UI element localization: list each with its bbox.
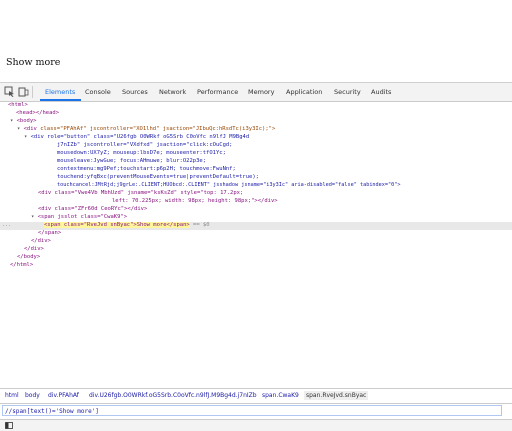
dom-line-div-ripple[interactable]: <div class="Vwe4Vb MbhUzd" jsname="ksKsZ… [38,190,512,198]
dom-line-attrs: j7nIZb" jscontroller="VXdfxd" jsaction="… [57,142,233,148]
dom-line-selected[interactable]: ... <span class="RveJvd snByac">Show more… [0,222,512,230]
active-tab-indicator [40,99,81,101]
toolbar-separator [32,86,33,98]
dom-line-attrs: mousedown:UX7yZ; mouseup:lbsD7e; mouseen… [57,150,226,156]
page-viewport: Show more [0,0,512,80]
dom-line-close-div: </div> [24,246,44,252]
breadcrumb-item[interactable]: div.U26fgb.O0WRkf.oG5Srb.C0oVfc.n9lfJ.M9… [89,392,257,399]
dom-line-div-zfr60d[interactable]: <div class="ZFr60d CeoRYc"></div> [38,206,512,214]
dom-line-attrs: touchend:yfqBxc(preventMouseEvents=true|… [57,174,259,180]
expand-triangle-icon[interactable]: ▾ [31,214,38,220]
devtools-toolbar: Elements Console Sources Network Perform… [0,83,512,102]
tab-console[interactable]: Console [85,88,111,96]
dom-line-body[interactable]: ▾ <body> [10,118,512,126]
dom-line-div-pfahaf[interactable]: ▾ <div class="PFAhAf" jscontroller="XO1l… [17,126,512,134]
tab-memory[interactable]: Memory [248,88,274,96]
tab-sources[interactable]: Sources [122,88,148,96]
breadcrumb-item[interactable]: div.PFAhAf [48,392,79,399]
selected-node[interactable]: <span class="RveJvd snByac">Show more</s… [44,222,190,228]
dom-line-html[interactable]: <html> [8,102,512,110]
show-more-button[interactable]: Show more [6,57,60,68]
drawer-bar [0,419,512,431]
dom-line-head[interactable]: <head></head> [16,110,512,118]
dom-line-attrs: mouseleave:JywGue; focus:AHmuwe; blur:O2… [57,158,207,164]
breadcrumb-item[interactable]: span.CwaK9 [262,392,299,399]
tab-elements[interactable]: Elements [45,88,75,96]
expand-triangle-icon[interactable]: ▾ [10,118,17,124]
dom-line-close-span: </span> [38,230,62,236]
devtools-panel: Elements Console Sources Network Perform… [0,82,512,431]
breadcrumb-item[interactable]: body [25,392,40,399]
dom-line-attrs: touchcancel:JMtRjd;j9grLe:.CLIENT;HUObcd… [57,182,401,188]
breadcrumb-item[interactable]: html [5,392,19,399]
tab-performance[interactable]: Performance [197,88,238,96]
drawer-toggle-icon[interactable] [5,422,13,429]
dom-tree: <html> <head></head> ▾ <body> ▾ <div cla… [0,102,512,392]
dom-line-close-div: </div> [31,238,51,244]
expand-triangle-icon[interactable]: ▾ [24,134,31,140]
tab-audits[interactable]: Audits [371,88,391,96]
dom-line-attrs: contextmenu:mg9Pef;touchstart:p6p2H; tou… [57,166,236,172]
dom-line-div-button[interactable]: ▾ <div role="button" class="U26fgb O0WRk… [24,134,512,142]
device-toggle-icon[interactable] [18,86,29,97]
search-input[interactable]: //span[text()='Show more'] [2,405,502,416]
expand-triangle-icon[interactable]: ▾ [17,126,24,132]
inspect-element-icon[interactable] [4,86,15,97]
tab-security[interactable]: Security [334,88,361,96]
breadcrumb: html body div.PFAhAf div.U26fgb.O0WRkf.o… [0,388,512,404]
breadcrumb-item-current[interactable]: span.RveJvd.snByac [304,391,369,400]
tab-application[interactable]: Application [286,88,322,96]
dom-line-close-body: </body> [17,254,41,260]
dom-line-close-html: </html> [10,262,34,268]
dom-line-attrs: left: 70.225px; width: 98px; height: 98p… [112,198,278,204]
dom-line-span-slot[interactable]: ▾ <span jsslot class="CwaK9"> [31,214,512,222]
tab-network[interactable]: Network [159,88,186,96]
